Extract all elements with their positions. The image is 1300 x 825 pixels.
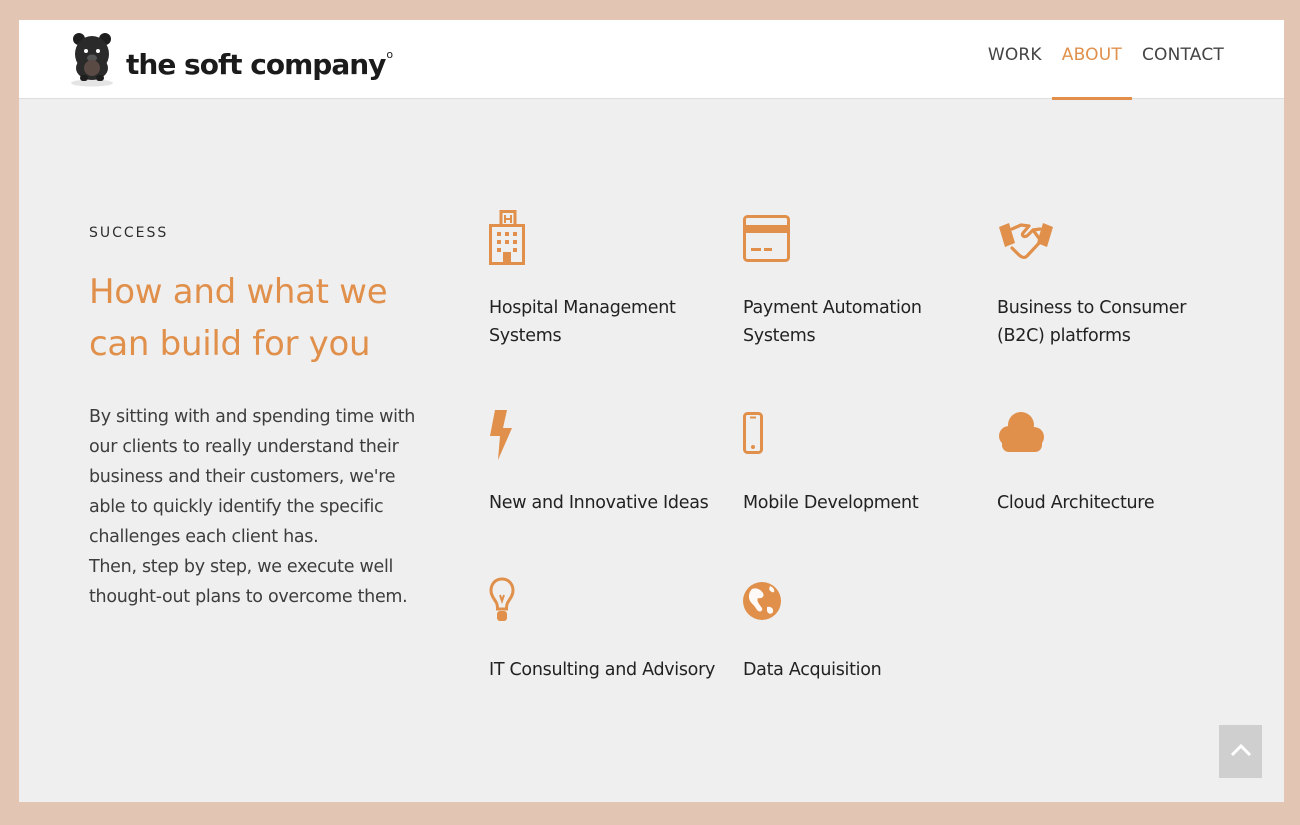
nav-about[interactable]: ABOUT [1051, 20, 1133, 100]
hospital-icon [489, 210, 529, 270]
brand-name: the soft companyo [126, 48, 393, 81]
cloud-icon [997, 408, 1045, 458]
service-item-b2c-platforms: Business to Consumer (B2C) platforms [997, 215, 1237, 355]
intro-paragraph: By sitting with and spending time with o… [89, 407, 416, 547]
service-item-it-consulting: IT Consulting and Advisory [489, 577, 729, 687]
scroll-to-top-button[interactable] [1219, 725, 1262, 778]
service-item-mobile-development: Mobile Development [743, 412, 983, 532]
handshake-icon [997, 215, 1055, 269]
service-label: Cloud Architecture [997, 493, 1155, 513]
section-intro: By sitting with and spending time with o… [89, 402, 429, 612]
section-eyebrow: SUCCESS [89, 225, 169, 241]
credit-card-icon [743, 215, 791, 267]
service-label: Business to Consumer (B2C) platforms [997, 298, 1187, 346]
section-headline: How and what we can build for you [89, 272, 388, 364]
service-item-hospital-management: Hospital Management Systems [489, 210, 729, 360]
mobile-icon [743, 412, 763, 458]
nav-contact[interactable]: CONTACT [1132, 20, 1234, 99]
service-label: Hospital Management Systems [489, 298, 676, 346]
main-nav: WORK ABOUT CONTACT [978, 20, 1234, 100]
page-frame: the soft companyo WORK ABOUT CONTACT SUC… [19, 20, 1284, 802]
service-label: IT Consulting and Advisory [489, 660, 716, 680]
service-item-cloud-architecture: Cloud Architecture [997, 408, 1237, 528]
intro-paragraph: Then, step by step, we execute well thou… [89, 557, 408, 607]
service-label: Data Acquisition [743, 660, 882, 680]
lightbulb-icon [489, 577, 515, 629]
service-item-payment-automation: Payment Automation Systems [743, 215, 983, 355]
service-item-innovative-ideas: New and Innovative Ideas [489, 408, 729, 528]
nav-work[interactable]: WORK [978, 20, 1052, 99]
brand-logo[interactable]: the soft companyo [69, 30, 393, 92]
service-label: New and Innovative Ideas [489, 493, 709, 513]
site-header: the soft companyo WORK ABOUT CONTACT [19, 20, 1284, 100]
service-item-data-acquisition: Data Acquisition [743, 577, 983, 687]
lightning-icon [489, 408, 513, 466]
bear-mascot-icon [69, 30, 117, 92]
service-label: Mobile Development [743, 493, 919, 513]
globe-icon [743, 577, 783, 629]
service-label: Payment Automation Systems [743, 298, 922, 346]
chevron-up-icon [1230, 742, 1252, 761]
